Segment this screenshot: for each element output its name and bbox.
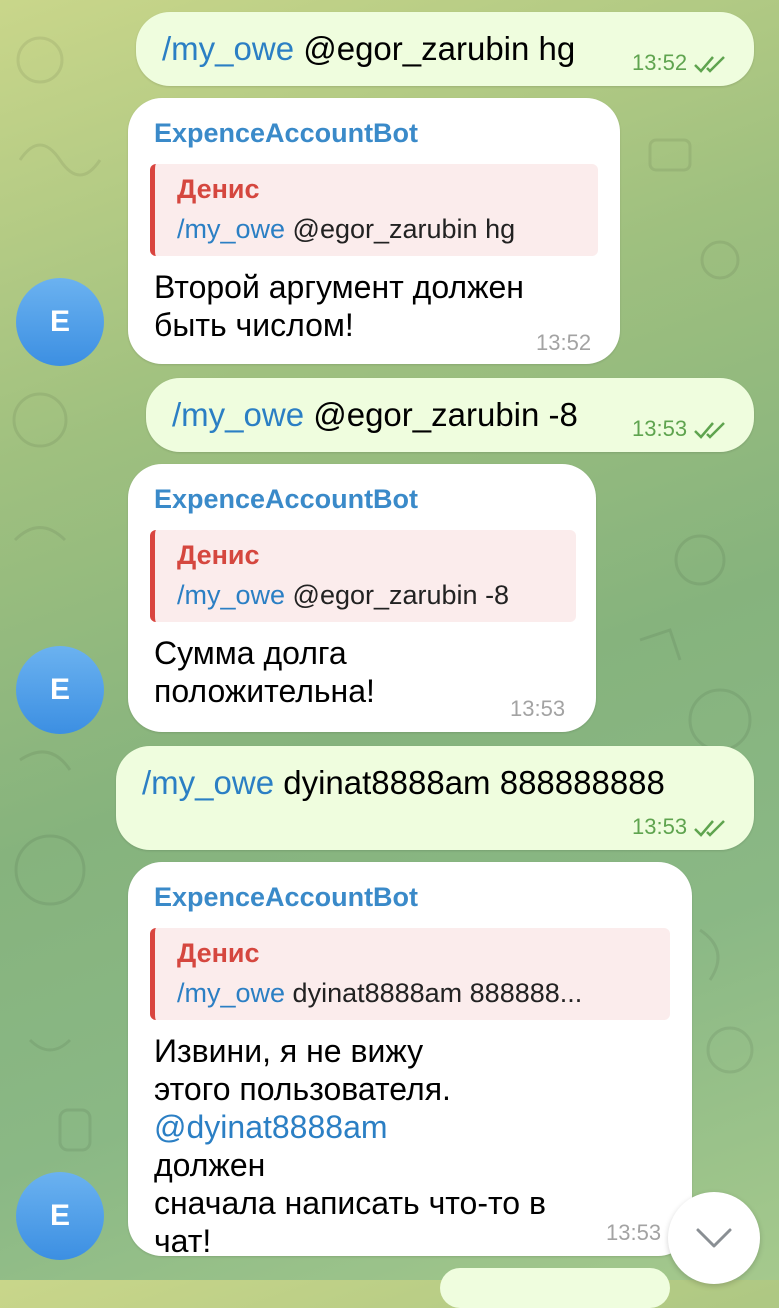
command-args: @egor_zarubin -8 — [304, 396, 578, 433]
message-line: Извини, я не вижу — [154, 1033, 424, 1069]
message-fragment: должен — [154, 1147, 266, 1183]
reply-author: Денис — [177, 938, 260, 968]
reply-args: dyinat8888am 888888... — [285, 978, 583, 1008]
double-check-icon — [694, 820, 725, 838]
message-line: Второй аргумент должен — [154, 269, 524, 305]
incoming-message[interactable]: ExpenceAccountBot Денис /my_owe @egor_za… — [128, 98, 620, 364]
chevron-down-icon — [696, 1228, 732, 1248]
double-check-icon — [694, 56, 725, 74]
message-line: быть числом! — [154, 307, 354, 343]
message-line: чат! — [154, 1223, 212, 1259]
reply-args: @egor_zarubin -8 — [285, 580, 510, 610]
sender-name[interactable]: ExpenceAccountBot — [154, 118, 418, 149]
incoming-message[interactable]: ExpenceAccountBot Денис /my_owe dyinat88… — [128, 862, 692, 1259]
user-mention-link[interactable]: @dyinat8888am — [154, 1108, 546, 1146]
incoming-message[interactable]: ExpenceAccountBot Денис /my_owe @egor_za… — [128, 464, 596, 732]
sender-name[interactable]: ExpenceAccountBot — [154, 484, 418, 515]
avatar-letter: E — [49, 305, 70, 338]
avatar[interactable]: E — [16, 278, 104, 366]
message-line: Сумма долга — [154, 635, 347, 671]
message-meta: 13:53 — [632, 416, 731, 442]
message-text: Второй аргумент должен быть числом! — [154, 268, 524, 344]
message-line: положительна! — [154, 673, 375, 709]
message-text: Сумма долга положительна! — [154, 634, 375, 710]
message-text: Извини, я не вижу этого пользователя. @d… — [154, 1032, 546, 1260]
message-time: 13:52 — [632, 50, 688, 75]
command-args: dyinat8888am 888888888 — [274, 764, 665, 801]
sender-name[interactable]: ExpenceAccountBot — [154, 882, 418, 913]
message-line: этого пользователя. — [154, 1071, 451, 1107]
message-text: /my_owe @egor_zarubin -8 — [172, 396, 578, 434]
message-time: 13:53 — [632, 814, 688, 839]
reply-text: /my_owe @egor_zarubin hg — [177, 214, 515, 245]
avatar[interactable]: E — [16, 1172, 104, 1260]
outgoing-message[interactable]: /my_owe @egor_zarubin -8 13:53 — [146, 378, 754, 452]
double-check-icon — [694, 422, 725, 440]
outgoing-message[interactable]: /my_owe dyinat8888am 888888888 13:53 — [116, 746, 754, 850]
avatar[interactable]: E — [16, 646, 104, 734]
message-line: сначала написать что-то в — [154, 1185, 546, 1221]
scroll-to-bottom-button[interactable] — [668, 1192, 760, 1284]
reply-preview[interactable]: Денис /my_owe @egor_zarubin -8 — [150, 530, 576, 622]
message-time: 13:52 — [536, 330, 592, 355]
message-meta: 13:52 — [632, 50, 731, 76]
reply-command: /my_owe — [177, 214, 286, 244]
command-args: @egor_zarubin hg — [294, 30, 576, 67]
message-time: 13:53 — [632, 416, 688, 441]
avatar-letter: E — [49, 673, 70, 706]
message-time: 13:53 — [510, 696, 566, 721]
reply-author: Денис — [177, 540, 260, 570]
command-link[interactable]: /my_owe — [162, 30, 294, 67]
message-text: /my_owe @egor_zarubin hg — [162, 30, 575, 68]
command-link[interactable]: /my_owe — [172, 396, 304, 433]
avatar-letter: E — [49, 1199, 70, 1232]
command-link[interactable]: /my_owe — [142, 764, 274, 801]
reply-text: /my_owe @egor_zarubin -8 — [177, 580, 509, 611]
outgoing-message[interactable]: /my_owe @egor_zarubin hg 13:52 — [136, 12, 754, 86]
reply-args: @egor_zarubin hg — [285, 214, 516, 244]
reply-command: /my_owe — [177, 978, 286, 1008]
outgoing-message-partial[interactable] — [440, 1268, 670, 1308]
message-line: @dyinat8888am должен — [154, 1108, 546, 1184]
message-text: /my_owe dyinat8888am 888888888 — [142, 764, 665, 802]
message-time: 13:53 — [606, 1220, 662, 1245]
message-meta: 13:53 — [632, 814, 731, 840]
reply-text: /my_owe dyinat8888am 888888... — [177, 978, 582, 1009]
reply-preview[interactable]: Денис /my_owe dyinat8888am 888888... — [150, 928, 670, 1020]
reply-command: /my_owe — [177, 580, 286, 610]
reply-preview[interactable]: Денис /my_owe @egor_zarubin hg — [150, 164, 598, 256]
reply-author: Денис — [177, 174, 260, 204]
